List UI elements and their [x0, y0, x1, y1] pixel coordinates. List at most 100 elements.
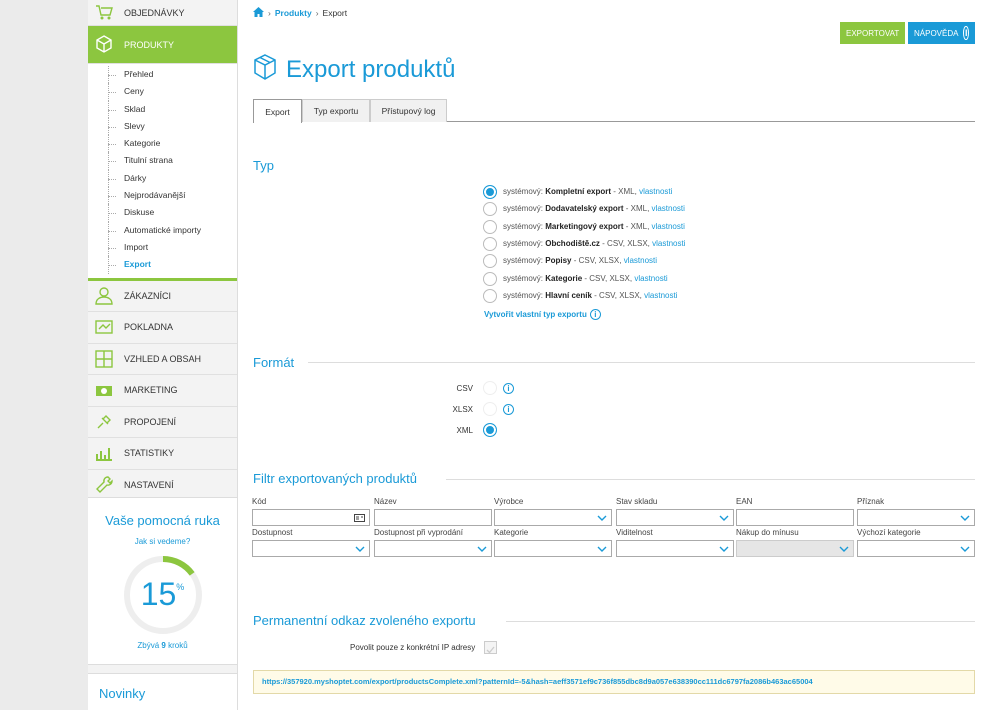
- filter-select[interactable]: [494, 509, 612, 526]
- type-prefix: systémový:: [503, 273, 544, 283]
- nav-objednavky[interactable]: Objednávky: [88, 0, 237, 26]
- submenu-item[interactable]: Import: [88, 238, 237, 257]
- filter-label: Stav skladu: [616, 497, 658, 506]
- ip-checkbox[interactable]: [484, 641, 497, 654]
- products-submenu: Přehled Ceny Sklad Slevy Kategorie Titulní st…: [88, 64, 237, 281]
- type-radio[interactable]: [483, 254, 497, 269]
- page-title: Export produktů: [286, 56, 456, 83]
- chevron-down-icon: [719, 515, 729, 521]
- help-button-label: Nápověda: [914, 28, 959, 38]
- ip-label: Povolit pouze z konkrétní IP adresy: [350, 643, 476, 652]
- filter-text-input[interactable]: [374, 509, 492, 526]
- type-radio[interactable]: [483, 185, 497, 199]
- type-radio[interactable]: [483, 271, 497, 286]
- type-name: Popisy: [545, 256, 572, 266]
- submenu-item[interactable]: Diskuse: [88, 204, 237, 222]
- tab-typ-exportu[interactable]: Typ exportu: [302, 99, 370, 122]
- format-divider: [308, 362, 975, 363]
- filter-select[interactable]: [857, 509, 975, 526]
- type-properties-link[interactable]: vlastnosti: [639, 187, 672, 196]
- nav-label: Pokladna: [124, 322, 174, 333]
- format-radio[interactable]: [483, 423, 497, 437]
- chevron-down-icon: [355, 546, 365, 552]
- type-properties-link[interactable]: vlastnosti: [652, 204, 685, 213]
- type-name: Kategorie: [545, 273, 583, 283]
- filter-label: Výchozí kategorie: [857, 528, 921, 537]
- nav-item[interactable]: Zákazníci: [88, 281, 237, 313]
- filter-select[interactable]: [374, 540, 492, 557]
- submenu-item[interactable]: Export: [88, 256, 237, 274]
- nav-item[interactable]: Vzhled a obsah: [88, 344, 237, 376]
- home-icon[interactable]: [253, 7, 264, 19]
- type-properties-link[interactable]: vlastnosti: [644, 291, 677, 300]
- submenu-item[interactable]: Sklad: [88, 100, 237, 119]
- filter-label: Viditelnost: [616, 528, 653, 537]
- submenu-item[interactable]: Přehled: [88, 66, 237, 84]
- submenu-item[interactable]: Automatické importy: [88, 221, 237, 240]
- submenu-item[interactable]: Dárky: [88, 169, 237, 188]
- type-formats: - XML,: [613, 187, 637, 196]
- submenu-item[interactable]: Slevy: [88, 117, 237, 136]
- help-button[interactable]: Nápověda i: [908, 22, 975, 44]
- permalink-divider: [506, 621, 975, 622]
- export-button-label: Exportovat: [846, 28, 900, 38]
- filter-select[interactable]: [857, 540, 975, 557]
- type-formats: - CSV, XLSX,: [594, 290, 642, 300]
- filter-select[interactable]: [616, 509, 734, 526]
- type-properties-link[interactable]: vlastnosti: [652, 222, 685, 231]
- permalink-url[interactable]: https://357920.myshoptet.com/export/prod…: [253, 670, 975, 694]
- filter-select[interactable]: [494, 540, 612, 557]
- breadcrumb: › Produkty › Export: [253, 7, 347, 19]
- type-radio[interactable]: [483, 219, 497, 234]
- info-icon[interactable]: i: [503, 383, 514, 394]
- filter-select[interactable]: [616, 540, 734, 557]
- type-radio[interactable]: [483, 236, 497, 251]
- nav-item[interactable]: Propojení: [88, 407, 237, 439]
- type-option-label: systémový: Marketingový export - XML, vl…: [503, 222, 685, 231]
- info-icon[interactable]: i: [503, 404, 514, 415]
- format-label: XML: [456, 426, 473, 435]
- filter-label: Kód: [252, 497, 267, 506]
- type-properties-link[interactable]: vlastnosti: [634, 274, 667, 283]
- percent-value: 15: [140, 576, 177, 612]
- nav-produkty[interactable]: Produkty: [88, 26, 237, 64]
- create-type-link[interactable]: Vytvořit vlastní typ exportu i: [484, 309, 601, 320]
- type-radio[interactable]: [483, 288, 497, 303]
- filter-select[interactable]: [736, 540, 854, 557]
- format-radio[interactable]: [483, 381, 497, 395]
- type-formats: - CSV, XLSX,: [602, 238, 650, 248]
- format-label: CSV: [456, 384, 473, 393]
- tab-export[interactable]: Export: [253, 99, 302, 123]
- helper-link[interactable]: Jak si vedeme?: [88, 537, 237, 546]
- type-prefix: systémový:: [503, 187, 544, 196]
- nav-item[interactable]: Statistiky: [88, 438, 237, 470]
- type-name: Dodavatelský export: [545, 204, 624, 214]
- filter-code-input[interactable]: [252, 509, 370, 526]
- filter-label: Dostupnost: [252, 528, 293, 537]
- type-option-label: systémový: Kategorie - CSV, XLSX, vlastn…: [503, 274, 668, 283]
- submenu-item[interactable]: Ceny: [88, 83, 237, 101]
- chevron-down-icon: [839, 546, 849, 552]
- link-icon: [94, 412, 114, 432]
- nav-item[interactable]: Marketing: [88, 375, 237, 407]
- type-option-label: systémový: Popisy - CSV, XLSX, vlastnost…: [503, 256, 657, 265]
- format-radio[interactable]: [483, 402, 497, 416]
- type-radio[interactable]: [483, 202, 497, 217]
- filter-text-input[interactable]: [736, 509, 854, 526]
- chevron-down-icon: [477, 546, 487, 552]
- submenu-item[interactable]: Titulní strana: [88, 152, 237, 171]
- type-formats: - XML,: [625, 221, 650, 231]
- type-name: Kompletní export: [545, 187, 612, 196]
- submenu-item[interactable]: Kategorie: [88, 135, 237, 153]
- nav-item[interactable]: Pokladna: [88, 312, 237, 344]
- chevron-down-icon: [719, 546, 729, 552]
- format-section-title: Formát: [253, 355, 295, 370]
- breadcrumb-produkty[interactable]: Produkty: [275, 8, 312, 18]
- submenu-item[interactable]: Nejprodávanější: [88, 187, 237, 205]
- type-properties-link[interactable]: vlastnosti: [652, 239, 685, 248]
- export-button[interactable]: Exportovat: [840, 22, 906, 44]
- tab-pristupovy-log[interactable]: Přístupový log: [370, 99, 447, 122]
- filter-label: Příznak: [857, 497, 885, 506]
- type-properties-link[interactable]: vlastnosti: [624, 256, 657, 265]
- filter-select[interactable]: [252, 540, 370, 557]
